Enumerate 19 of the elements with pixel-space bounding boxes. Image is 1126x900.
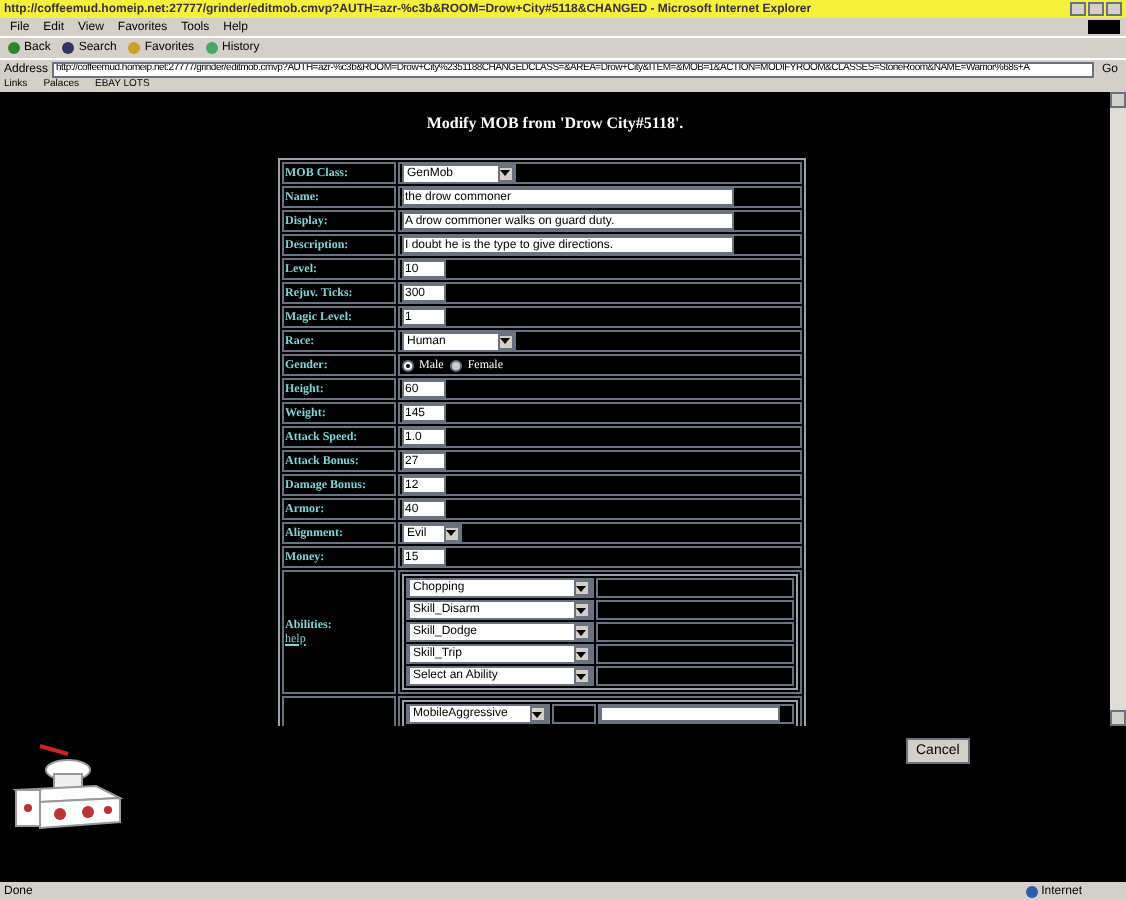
dropdown-arrow-icon[interactable] [573,602,589,618]
dropdown-arrow-icon[interactable] [443,525,459,541]
text-field[interactable] [599,706,779,722]
dropdown-arrow-icon[interactable] [573,580,589,596]
dropdown-arrow-icon[interactable] [497,165,513,181]
globe-icon [1025,885,1038,897]
minimize-button[interactable] [1070,2,1086,16]
maximize-button[interactable] [1088,2,1104,16]
dropdown-arrow-icon[interactable] [573,668,589,684]
dropdown-arrow-icon[interactable] [573,646,589,662]
dropdown-arrow-icon[interactable] [529,706,545,722]
dropdown-arrow-icon[interactable] [573,624,589,640]
radio-button[interactable] [401,359,413,371]
radio-button[interactable] [449,359,462,371]
page-heading: Modify MOB from 'Drow City#5118'. [426,116,684,132]
coffee-grinder-drawing [12,742,124,834]
close-button[interactable] [1106,2,1122,16]
scrollbar[interactable] [1110,92,1126,726]
dropdown-arrow-icon[interactable] [497,333,513,349]
